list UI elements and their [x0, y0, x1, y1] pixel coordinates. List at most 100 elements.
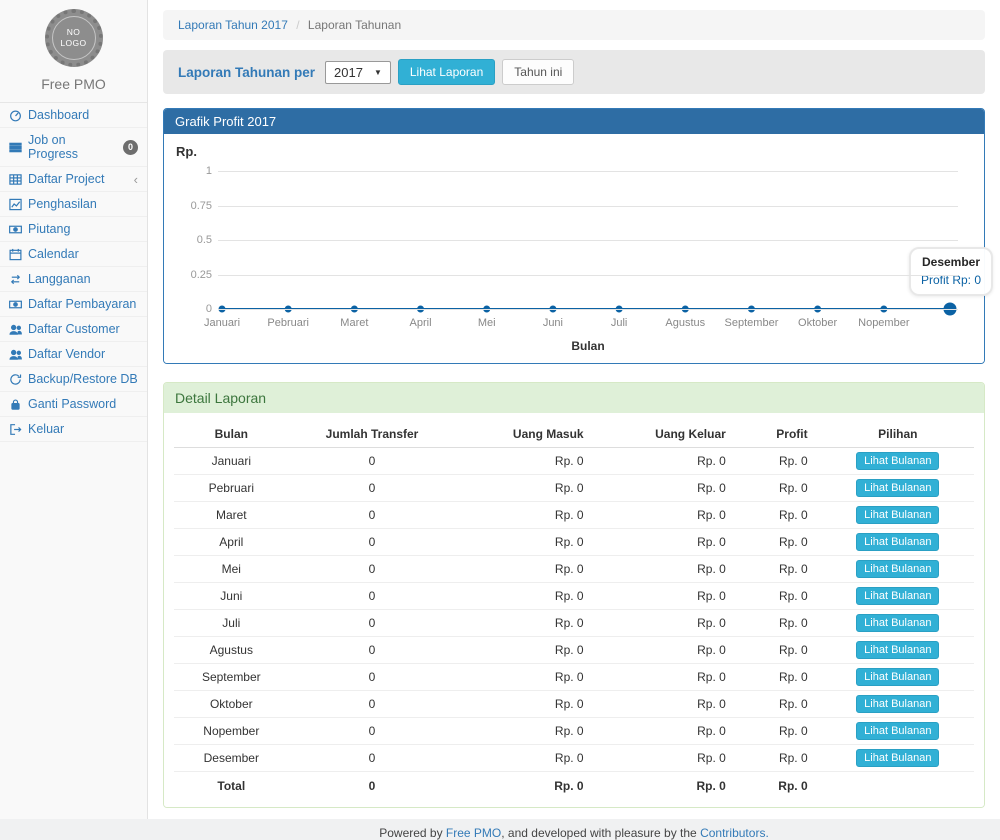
- x-tick-label: Juni: [543, 317, 563, 329]
- sidebar-item-job-on-progress[interactable]: Job on Progress 0: [0, 128, 147, 167]
- cell-uang-masuk: Rp. 0: [455, 475, 597, 502]
- cell-uang-keluar: Rp. 0: [598, 637, 740, 664]
- cell-bulan: Januari: [174, 448, 289, 475]
- cell-pilihan: Lihat Bulanan: [822, 691, 974, 718]
- lihat-bulanan-button[interactable]: Lihat Bulanan: [856, 506, 939, 524]
- cell-pilihan: Lihat Bulanan: [822, 745, 974, 772]
- lock-icon: [9, 398, 22, 411]
- x-tick-label: Maret: [340, 317, 368, 329]
- retweet-icon: [9, 273, 22, 286]
- breadcrumb-current: Laporan Tahunan: [308, 18, 401, 32]
- sidebar-item-daftar-pembayaran[interactable]: Daftar Pembayaran: [0, 292, 147, 317]
- cell-profit: Rp. 0: [740, 691, 822, 718]
- lihat-bulanan-button[interactable]: Lihat Bulanan: [856, 695, 939, 713]
- cell-uang-masuk: Rp. 0: [455, 529, 597, 556]
- cell-pilihan: Lihat Bulanan: [822, 502, 974, 529]
- lihat-bulanan-button[interactable]: Lihat Bulanan: [856, 614, 939, 632]
- year-select-value: 2017: [334, 65, 363, 80]
- cell-uang-masuk: Rp. 0: [455, 718, 597, 745]
- sidebar-item-ganti-password[interactable]: Ganti Password: [0, 392, 147, 417]
- y-tick-label: 1: [172, 165, 212, 177]
- cell-uang-keluar: Rp. 0: [598, 691, 740, 718]
- sidebar-item-piutang[interactable]: Piutang: [0, 217, 147, 242]
- users-icon: [9, 323, 22, 336]
- breadcrumb-separator: /: [296, 18, 299, 32]
- cell-bulan: Agustus: [174, 637, 289, 664]
- cell-jumlah-transfer: 0: [289, 448, 456, 475]
- lihat-bulanan-button[interactable]: Lihat Bulanan: [856, 587, 939, 605]
- report-panel-body: Bulan Jumlah Transfer Uang Masuk Uang Ke…: [164, 413, 984, 807]
- cell-pilihan: Lihat Bulanan: [822, 583, 974, 610]
- x-tick-label: April: [410, 317, 432, 329]
- sidebar-item-dashboard[interactable]: Dashboard: [0, 103, 147, 128]
- contributors-link[interactable]: Contributors.: [700, 826, 769, 840]
- lihat-bulanan-button[interactable]: Lihat Bulanan: [856, 533, 939, 551]
- footer: Powered by Free PMO, and developed with …: [148, 826, 1000, 840]
- caret-down-icon: ▼: [374, 68, 382, 77]
- lihat-bulanan-button[interactable]: Lihat Bulanan: [856, 668, 939, 686]
- cell-pilihan: Lihat Bulanan: [822, 475, 974, 502]
- free-pmo-link[interactable]: Free PMO: [446, 826, 501, 840]
- cell-jumlah-transfer: 0: [289, 556, 456, 583]
- table-row: April0Rp. 0Rp. 0Rp. 0Lihat Bulanan: [174, 529, 974, 556]
- x-axis-title: Bulan: [218, 339, 958, 353]
- table-total-row: Total0Rp. 0Rp. 0Rp. 0: [174, 772, 974, 798]
- col-profit: Profit: [740, 421, 822, 448]
- cell-bulan: Juni: [174, 583, 289, 610]
- lihat-bulanan-button[interactable]: Lihat Bulanan: [856, 722, 939, 740]
- table-row: Mei0Rp. 0Rp. 0Rp. 0Lihat Bulanan: [174, 556, 974, 583]
- gridline: [218, 275, 958, 276]
- cell-uang-keluar: Rp. 0: [598, 718, 740, 745]
- cell-pilihan: Lihat Bulanan: [822, 610, 974, 637]
- cell-profit: Rp. 0: [740, 448, 822, 475]
- y-axis-title: Rp.: [176, 144, 974, 159]
- y-tick-label: 0.5: [172, 234, 212, 246]
- tooltip-month: Desember: [921, 253, 981, 272]
- cell-profit: Rp. 0: [740, 529, 822, 556]
- chart-plot: Desember Profit Rp: 0 00.250.50.751: [218, 171, 958, 309]
- cell-uang-masuk: Rp. 0: [455, 448, 597, 475]
- col-uang-masuk: Uang Masuk: [455, 421, 597, 448]
- breadcrumb-link-laporan-tahun[interactable]: Laporan Tahun 2017: [178, 18, 288, 32]
- cell-uang-masuk: Rp. 0: [455, 745, 597, 772]
- sidebar-item-penghasilan[interactable]: Penghasilan: [0, 192, 147, 217]
- chart-panel-body: Rp. Desember Profit Rp: 0 00.250.50.751 …: [164, 134, 984, 363]
- lihat-bulanan-button[interactable]: Lihat Bulanan: [856, 641, 939, 659]
- lihat-laporan-button[interactable]: Lihat Laporan: [398, 59, 495, 85]
- cell-profit: Rp. 0: [740, 745, 822, 772]
- cell-uang-masuk: Rp. 0: [455, 664, 597, 691]
- year-select[interactable]: 2017 ▼: [325, 61, 391, 84]
- cell-bulan: Maret: [174, 502, 289, 529]
- cell-uang-keluar: Rp. 0: [598, 475, 740, 502]
- total-uang-keluar: Rp. 0: [598, 772, 740, 798]
- sidebar-item-daftar-customer[interactable]: Daftar Customer: [0, 317, 147, 342]
- chart-panel: Grafik Profit 2017 Rp. Desember Profit R…: [163, 108, 985, 364]
- table-icon: [9, 173, 22, 186]
- cell-jumlah-transfer: 0: [289, 502, 456, 529]
- lihat-bulanan-button[interactable]: Lihat Bulanan: [856, 479, 939, 497]
- line-chart-icon: [9, 198, 22, 211]
- cell-jumlah-transfer: 0: [289, 475, 456, 502]
- sidebar-item-langganan[interactable]: Langganan: [0, 267, 147, 292]
- lihat-bulanan-button[interactable]: Lihat Bulanan: [856, 452, 939, 470]
- lihat-bulanan-button[interactable]: Lihat Bulanan: [856, 560, 939, 578]
- gridline: [218, 309, 958, 310]
- cell-profit: Rp. 0: [740, 583, 822, 610]
- sidebar-item-daftar-vendor[interactable]: Daftar Vendor: [0, 342, 147, 367]
- brand-text: Free PMO: [0, 76, 147, 92]
- sidebar-item-keluar[interactable]: Keluar: [0, 417, 147, 442]
- lihat-bulanan-button[interactable]: Lihat Bulanan: [856, 749, 939, 767]
- y-tick-label: 0.75: [172, 200, 212, 212]
- cell-jumlah-transfer: 0: [289, 637, 456, 664]
- sidebar-item-calendar[interactable]: Calendar: [0, 242, 147, 267]
- cell-uang-keluar: Rp. 0: [598, 448, 740, 475]
- x-tick-label: Nopember: [858, 317, 909, 329]
- sidebar-item-daftar-project[interactable]: Daftar Project ‹: [0, 167, 147, 192]
- sidebar-item-backup-restore-db[interactable]: Backup/Restore DB: [0, 367, 147, 392]
- report-panel: Detail Laporan Bulan Jumlah Transfer Uan…: [163, 382, 985, 808]
- x-axis-labels: JanuariPebruariMaretAprilMeiJuniJuliAgus…: [218, 317, 958, 332]
- tahun-ini-button[interactable]: Tahun ini: [502, 59, 574, 85]
- chart-tooltip: Desember Profit Rp: 0: [909, 247, 993, 296]
- cell-profit: Rp. 0: [740, 718, 822, 745]
- cell-uang-keluar: Rp. 0: [598, 664, 740, 691]
